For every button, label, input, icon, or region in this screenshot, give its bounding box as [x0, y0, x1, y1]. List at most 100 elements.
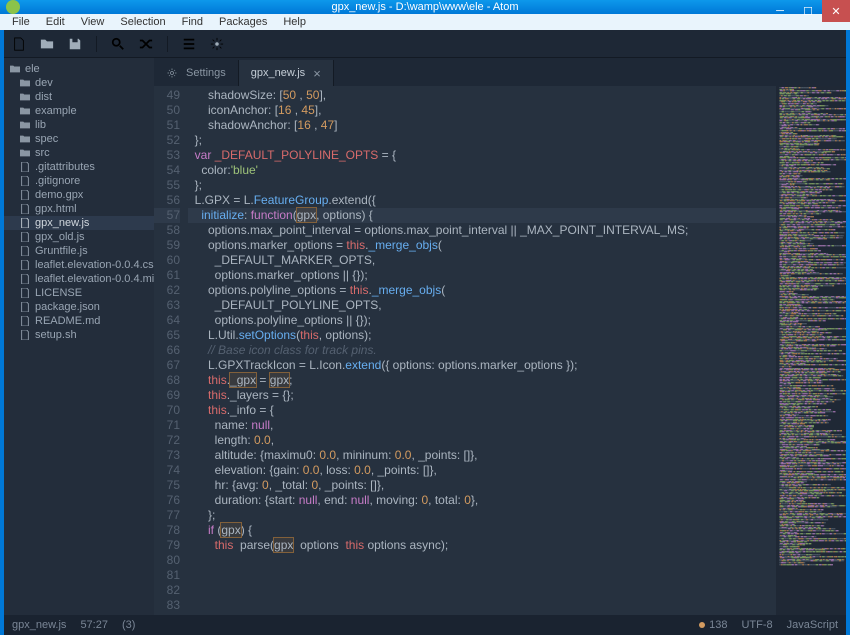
tree-item-label: spec: [35, 133, 58, 145]
file-icon: [20, 232, 30, 242]
status-bar: gpx_new.js 57:27 (3) 138 UTF-8 JavaScrip…: [4, 615, 846, 635]
file-icon: [20, 288, 30, 298]
tree-item[interactable]: gpx_new.js: [4, 216, 154, 230]
tree-item-label: src: [35, 147, 50, 159]
tree-item[interactable]: dist: [4, 90, 154, 104]
tree-item[interactable]: spec: [4, 132, 154, 146]
tree-item-label: README.md: [35, 315, 100, 327]
tab-settings[interactable]: Settings: [154, 60, 239, 86]
tree-item-label: gpx_new.js: [35, 217, 89, 229]
file-tree[interactable]: ele dev dist example lib spec src .gitattribut…: [4, 58, 154, 615]
gear-icon: [166, 67, 178, 79]
tree-item-label: lib: [35, 119, 46, 131]
tree-item[interactable]: .gitattributes: [4, 160, 154, 174]
file-icon: [20, 218, 30, 228]
tree-item[interactable]: leaflet.elevation-0.0.4.min.js: [4, 272, 154, 286]
list-icon[interactable]: [182, 37, 196, 51]
line-gutter: 4950515253545556575859606162636465666768…: [154, 86, 188, 615]
tab-label: Settings: [186, 67, 226, 79]
code-content[interactable]: shadowSize: [50 , 50], iconAnchor: [16 ,…: [188, 86, 776, 615]
tree-item-label: dist: [35, 91, 52, 103]
file-icon: [20, 260, 30, 270]
tree-item-label: demo.gpx: [35, 189, 83, 201]
folder-icon: [20, 92, 30, 102]
menu-packages[interactable]: Packages: [211, 14, 275, 30]
tree-item[interactable]: dev: [4, 76, 154, 90]
menu-edit[interactable]: Edit: [38, 14, 73, 30]
tree-item-label: .gitattributes: [35, 161, 95, 173]
window-titlebar: gpx_new.js - D:\wamp\www\ele - Atom ─ ☐ …: [0, 0, 850, 14]
toolbar: [4, 30, 846, 58]
search-icon[interactable]: [111, 37, 125, 51]
tree-root-label: ele: [25, 63, 40, 75]
save-icon[interactable]: [68, 37, 82, 51]
folder-icon: [20, 78, 30, 88]
tree-item[interactable]: Gruntfile.js: [4, 244, 154, 258]
code-editor[interactable]: 4950515253545556575859606162636465666768…: [154, 86, 776, 615]
shuffle-icon[interactable]: [139, 37, 153, 51]
file-icon: [20, 190, 30, 200]
menu-selection[interactable]: Selection: [112, 14, 173, 30]
tree-item[interactable]: src: [4, 146, 154, 160]
editor-tabs: Settings gpx_new.js ×: [154, 58, 846, 86]
menu-help[interactable]: Help: [275, 14, 314, 30]
tree-item[interactable]: setup.sh: [4, 328, 154, 342]
status-file[interactable]: gpx_new.js: [12, 619, 66, 631]
tree-item[interactable]: example: [4, 104, 154, 118]
tree-item-label: leaflet.elevation-0.0.4.min.js: [35, 273, 154, 285]
menu-view[interactable]: View: [73, 14, 113, 30]
tree-item[interactable]: demo.gpx: [4, 188, 154, 202]
tree-item[interactable]: package.json: [4, 300, 154, 314]
file-icon: [20, 330, 30, 340]
tree-item-label: .gitignore: [35, 175, 80, 187]
folder-icon: [10, 64, 20, 74]
menu-file[interactable]: File: [4, 14, 38, 30]
tree-item[interactable]: .gitignore: [4, 174, 154, 188]
close-tab-icon[interactable]: ×: [313, 66, 321, 81]
tab-label: gpx_new.js: [251, 67, 305, 79]
tree-item-label: dev: [35, 77, 53, 89]
minimap[interactable]: ████████████████████████████████████████…: [776, 86, 846, 615]
tree-item[interactable]: gpx.html: [4, 202, 154, 216]
menu-bar: FileEditViewSelectionFindPackagesHelp: [0, 14, 850, 30]
tree-item-label: package.json: [35, 301, 100, 313]
folder-icon: [20, 148, 30, 158]
file-icon: [20, 302, 30, 312]
status-cursor[interactable]: 57:27: [80, 619, 108, 631]
folder-icon: [20, 120, 30, 130]
file-icon: [20, 274, 30, 284]
folder-icon: [20, 134, 30, 144]
status-encoding[interactable]: UTF-8: [741, 619, 772, 631]
file-icon: [20, 204, 30, 214]
file-icon: [20, 316, 30, 326]
window-title: gpx_new.js - D:\wamp\www\ele - Atom: [0, 1, 850, 13]
tree-item[interactable]: gpx_old.js: [4, 230, 154, 244]
menu-find[interactable]: Find: [174, 14, 211, 30]
warning-dot-icon: [699, 622, 705, 628]
tab-gpx-new[interactable]: gpx_new.js ×: [239, 60, 334, 86]
tree-item-label: LICENSE: [35, 287, 82, 299]
open-folder-icon[interactable]: [40, 37, 54, 51]
settings-icon[interactable]: [210, 37, 224, 51]
status-selection: (3): [122, 619, 135, 631]
maximize-button[interactable]: ☐: [794, 0, 822, 22]
status-language[interactable]: JavaScript: [787, 619, 838, 631]
tree-item-label: leaflet.elevation-0.0.4.css: [35, 259, 154, 271]
new-file-icon[interactable]: [12, 37, 26, 51]
tree-item-label: gpx.html: [35, 203, 77, 215]
minimize-button[interactable]: ─: [766, 0, 794, 22]
tree-root[interactable]: ele: [4, 62, 154, 76]
status-count[interactable]: 138: [709, 619, 727, 631]
tree-item[interactable]: README.md: [4, 314, 154, 328]
tree-item-label: example: [35, 105, 77, 117]
folder-icon: [20, 106, 30, 116]
close-button[interactable]: ✕: [822, 0, 850, 22]
tree-item[interactable]: lib: [4, 118, 154, 132]
file-icon: [20, 162, 30, 172]
file-icon: [20, 176, 30, 186]
tree-item[interactable]: leaflet.elevation-0.0.4.css: [4, 258, 154, 272]
tree-item-label: Gruntfile.js: [35, 245, 88, 257]
tree-item-label: gpx_old.js: [35, 231, 85, 243]
tree-item[interactable]: LICENSE: [4, 286, 154, 300]
file-icon: [20, 246, 30, 256]
